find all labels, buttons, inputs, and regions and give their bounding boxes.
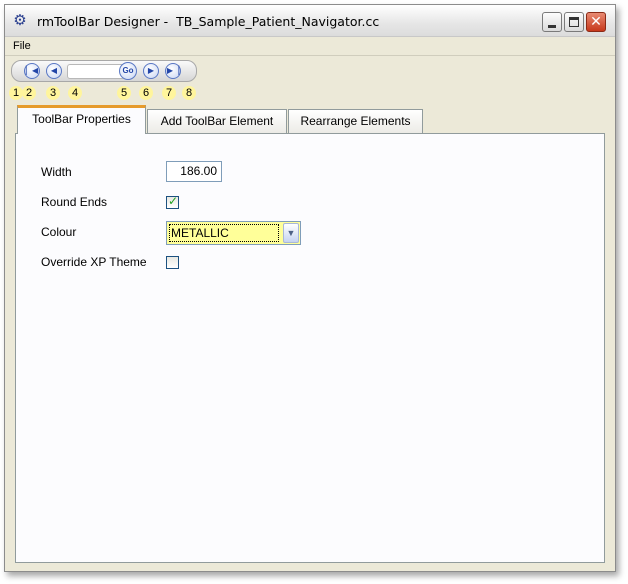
toolbar-preview: ▏◀ ◀ Go ▶ ▶▕ 1 2 3 4 5 6 7 8 — [5, 56, 615, 100]
override-xp-theme-label: Override XP Theme — [41, 255, 147, 269]
maximize-button[interactable] — [564, 12, 584, 32]
colour-select-value: METALLIC — [169, 224, 279, 242]
width-label: Width — [41, 165, 72, 179]
minimize-icon — [548, 25, 556, 28]
record-input[interactable] — [67, 64, 125, 79]
navigator-toolbar: ▏◀ ◀ Go ▶ ▶▕ — [11, 60, 197, 82]
element-badge: 7 — [162, 86, 176, 100]
element-badge: 8 — [182, 86, 196, 100]
round-ends-checkbox[interactable]: ✓ — [166, 194, 179, 209]
element-badge: 4 — [68, 86, 82, 100]
tab-rearrange-elements[interactable]: Rearrange Elements — [288, 109, 423, 133]
round-ends-label: Round Ends — [41, 195, 108, 209]
previous-icon: ◀ — [50, 66, 58, 75]
last-record-button[interactable]: ▶▕ — [165, 63, 181, 79]
close-icon: ✕ — [590, 14, 602, 30]
tab-add-toolbar-element[interactable]: Add ToolBar Element — [147, 109, 287, 133]
element-badge: 6 — [139, 86, 153, 100]
tab-toolbar-properties[interactable]: ToolBar Properties — [17, 105, 146, 134]
close-button[interactable]: ✕ — [586, 12, 606, 32]
menu-bar: File — [5, 38, 615, 56]
gear-icon: ⚙ — [13, 12, 27, 29]
next-icon: ▶ — [147, 66, 155, 75]
previous-record-button[interactable]: ◀ — [46, 63, 62, 79]
element-badge: 1 — [9, 86, 23, 100]
minimize-button[interactable] — [542, 12, 562, 32]
first-icon: ▏◀ — [25, 66, 39, 75]
next-record-button[interactable]: ▶ — [143, 63, 159, 79]
app-window: ⚙ rmToolBar Designer - TB_Sample_Patient… — [4, 4, 616, 572]
first-record-button[interactable]: ▏◀ — [24, 63, 40, 79]
go-button[interactable]: Go — [119, 62, 137, 80]
colour-select[interactable]: METALLIC ▼ — [166, 221, 301, 245]
element-badge: 5 — [117, 86, 131, 100]
last-icon: ▶▕ — [166, 66, 180, 75]
window-title: rmToolBar Designer - TB_Sample_Patient_N… — [37, 14, 380, 29]
width-input[interactable]: 186.00 — [166, 161, 222, 182]
element-badge: 3 — [46, 86, 60, 100]
toolbar-properties-panel: Width 186.00 Round Ends ✓ Colour METALLI… — [15, 133, 605, 563]
menu-file[interactable]: File — [13, 40, 31, 52]
colour-label: Colour — [41, 225, 77, 239]
element-badge: 2 — [22, 86, 36, 100]
title-bar[interactable]: ⚙ rmToolBar Designer - TB_Sample_Patient… — [5, 5, 615, 37]
maximize-icon — [569, 17, 579, 27]
override-xp-theme-checkbox[interactable] — [166, 256, 179, 269]
checkmark-icon: ✓ — [168, 194, 179, 208]
chevron-down-icon[interactable]: ▼ — [283, 223, 299, 243]
